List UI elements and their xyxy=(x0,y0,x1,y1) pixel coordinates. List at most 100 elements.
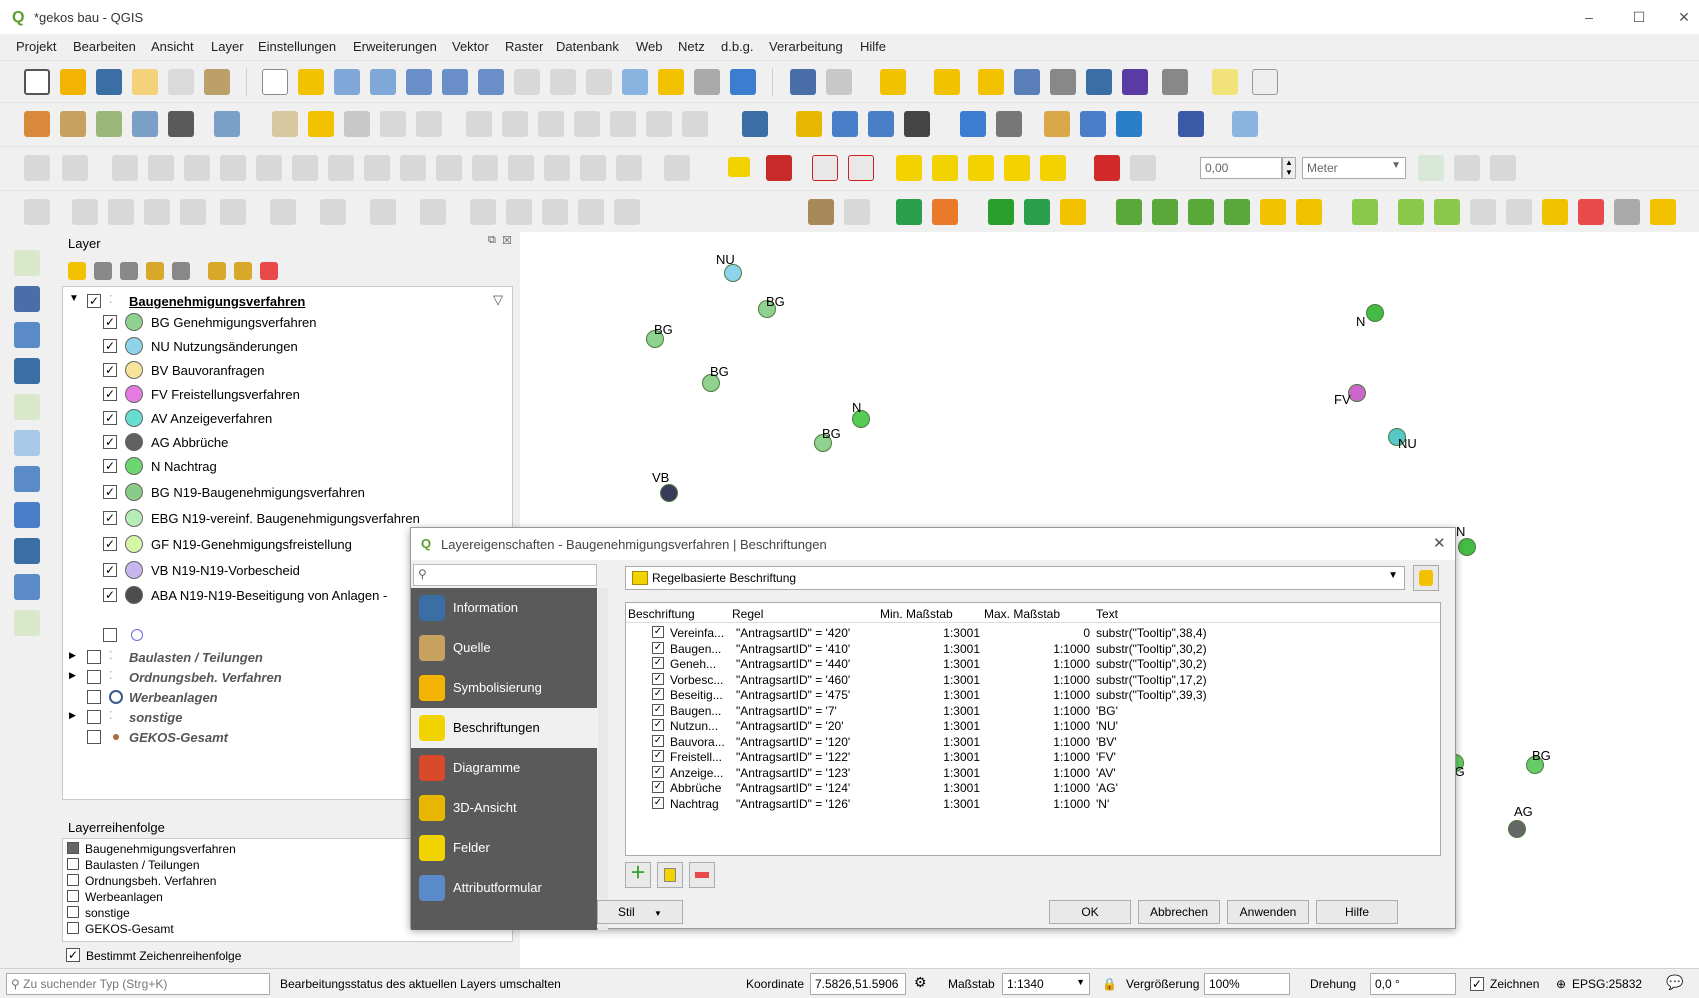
tools-icon[interactable] xyxy=(808,199,834,225)
toggle-extents-icon[interactable]: ⚙ xyxy=(914,974,927,991)
rule-row[interactable]: ✓ Nutzun... "AntragsartID" = '20' 1:3001 1:1… xyxy=(626,718,1440,734)
temporal-controller-icon[interactable] xyxy=(658,69,684,95)
undo-icon[interactable] xyxy=(646,111,672,137)
wfs-icon[interactable] xyxy=(868,111,894,137)
shape-digitize-icon[interactable] xyxy=(24,199,50,225)
menu-web[interactable]: Web xyxy=(636,39,663,54)
nav-item[interactable]: Felder xyxy=(411,828,597,868)
move-label-icon[interactable] xyxy=(932,155,958,181)
save-project-icon[interactable] xyxy=(96,69,122,95)
highlight-label-icon[interactable] xyxy=(812,155,838,181)
zoom-full-icon[interactable] xyxy=(406,69,432,95)
float-panel-icon[interactable]: ⧉ xyxy=(488,234,496,247)
style-layer-icon[interactable] xyxy=(68,262,86,280)
add-part-icon[interactable] xyxy=(220,155,246,181)
rule-row[interactable]: ✓ Baugen... "AntragsartID" = '410' 1:3001 1:… xyxy=(626,641,1440,657)
point-tool-10-icon[interactable] xyxy=(1470,199,1496,225)
rule-row[interactable]: ✓ Vereinfa... "AntragsartID" = '420' 1:3001… xyxy=(626,625,1440,641)
paste-features-icon[interactable] xyxy=(610,111,636,137)
cancel-button[interactable]: Abbrechen xyxy=(1138,900,1220,924)
menu-datenbank[interactable]: Datenbank xyxy=(556,39,619,54)
new-map-view-icon[interactable] xyxy=(622,69,648,95)
menu-ansicht[interactable]: Ansicht xyxy=(151,39,194,54)
rule-checkbox[interactable]: ✓ xyxy=(652,719,664,731)
split-features-icon[interactable] xyxy=(436,155,462,181)
ok-button[interactable]: OK xyxy=(1049,900,1131,924)
menu-vektor[interactable]: Vektor xyxy=(452,39,489,54)
edit-grid-icon[interactable] xyxy=(932,199,958,225)
measure-bearing-icon[interactable] xyxy=(320,199,346,225)
snapping-tolerance-spinner[interactable]: ▲ ▼ xyxy=(1282,157,1296,179)
rule-row[interactable]: ✓ Freistell... "AntragsartID" = '122' 1:300… xyxy=(626,749,1440,765)
column-header-text[interactable]: Text xyxy=(1096,607,1118,621)
python-console-icon[interactable] xyxy=(960,111,986,137)
add-raster-layer-icon[interactable] xyxy=(14,286,40,312)
pan-map-icon[interactable] xyxy=(262,69,288,95)
nav-item[interactable]: Information xyxy=(411,588,597,628)
zoom-native-icon[interactable] xyxy=(514,69,540,95)
drawing-order-row[interactable]: ✓ Bestimmt Zeichenreihenfolge xyxy=(62,946,512,966)
raster-calc-icon[interactable] xyxy=(844,199,870,225)
identify-plugin-icon[interactable] xyxy=(1024,199,1050,225)
layer-item[interactable]: ✓ BG N19-Baugenehmigungsverfahren xyxy=(103,482,503,504)
measure-line-icon[interactable] xyxy=(996,111,1022,137)
coordinate-input[interactable]: 7.5826,51.5906 xyxy=(810,973,906,995)
georeferencer-icon[interactable] xyxy=(796,111,822,137)
point-tool-12-icon[interactable] xyxy=(1542,199,1568,225)
attribute-table-icon[interactable] xyxy=(1014,69,1040,95)
rule-checkbox[interactable]: ✓ xyxy=(652,734,664,747)
menu-netz[interactable]: Netz xyxy=(678,39,705,54)
order-checkbox[interactable] xyxy=(67,874,79,886)
map-feature-point[interactable] xyxy=(1508,820,1526,838)
menu-erweiterungen[interactable]: Erweiterungen xyxy=(353,39,437,54)
remove-rule-button[interactable] xyxy=(689,862,715,888)
add-delimited-text-icon[interactable] xyxy=(14,358,40,384)
new-geopackage-icon[interactable] xyxy=(60,111,86,137)
filter-legend-icon[interactable] xyxy=(146,262,164,280)
dialog-search-input[interactable]: ⚲ xyxy=(413,564,597,586)
lock-scale-icon[interactable]: 🔒 xyxy=(1102,977,1117,991)
zoom-next-icon[interactable] xyxy=(586,69,612,95)
remove-layer-icon[interactable] xyxy=(260,262,278,280)
show-hide-label-icon[interactable] xyxy=(896,155,922,181)
rule-checkbox[interactable]: ✓ xyxy=(652,796,664,809)
layer-werbeanlagen[interactable]: Werbeanlagen xyxy=(67,687,467,709)
new-virtual-layer-icon[interactable] xyxy=(168,111,194,137)
style-manager-icon[interactable] xyxy=(204,69,230,95)
deselect-icon[interactable] xyxy=(978,69,1004,95)
delete-selected-icon[interactable] xyxy=(502,111,528,137)
point-tool-4-icon[interactable] xyxy=(1224,199,1250,225)
save-edits-icon[interactable] xyxy=(344,111,370,137)
add-vector-layer-icon[interactable] xyxy=(14,250,40,276)
pin-label-icon[interactable] xyxy=(848,155,874,181)
edit-rule-button[interactable] xyxy=(657,862,683,888)
text-annotation-icon[interactable] xyxy=(1252,69,1278,95)
close-panel-icon[interactable]: ☒ xyxy=(502,234,512,247)
rotate-feature-icon[interactable] xyxy=(112,155,138,181)
map-feature-point[interactable] xyxy=(1366,304,1384,322)
edit-attributes-icon[interactable] xyxy=(466,111,492,137)
layer-visibility-checkbox[interactable]: ✓ xyxy=(103,411,117,425)
layer-item[interactable]: ✓ BV Bauvoranfragen xyxy=(103,360,503,382)
point-tool-9-icon[interactable] xyxy=(1434,199,1460,225)
layer-visibility-checkbox[interactable]: ✓ xyxy=(103,537,117,551)
layer-gekos-gesamt[interactable]: GEKOS-Gesamt xyxy=(67,727,467,749)
order-checkbox[interactable] xyxy=(67,858,79,870)
bookmark-icon[interactable] xyxy=(694,69,720,95)
layer-visibility-checkbox[interactable]: ✓ xyxy=(103,363,117,377)
menu-bearbeiten[interactable]: Bearbeiten xyxy=(73,39,136,54)
layer-group-ordnungsbeh[interactable]: ▶ ⁚ Ordnungsbeh. Verfahren xyxy=(67,667,467,689)
add-spatialite-icon[interactable] xyxy=(14,394,40,420)
regular-polygon-icon[interactable] xyxy=(270,199,296,225)
avoid-overlap-icon[interactable] xyxy=(1454,155,1480,181)
point-tool-5-icon[interactable] xyxy=(1260,199,1286,225)
filter-icon[interactable]: ▽ xyxy=(493,292,503,308)
collapse-all-icon[interactable] xyxy=(234,262,252,280)
point-tool-7-icon[interactable] xyxy=(1352,199,1378,225)
rule-checkbox[interactable]: ✓ xyxy=(652,703,664,716)
rule-row[interactable]: ✓ Bauvora... "AntragsartID" = '120' 1:3001 1… xyxy=(626,734,1440,750)
layer-visibility-checkbox[interactable]: ✓ xyxy=(87,294,101,308)
layer-item[interactable]: ✓ FV Freistellungsverfahren xyxy=(103,384,503,406)
layer-visibility-checkbox[interactable]: ✓ xyxy=(103,339,117,353)
rule-checkbox[interactable]: ✓ xyxy=(652,765,664,778)
